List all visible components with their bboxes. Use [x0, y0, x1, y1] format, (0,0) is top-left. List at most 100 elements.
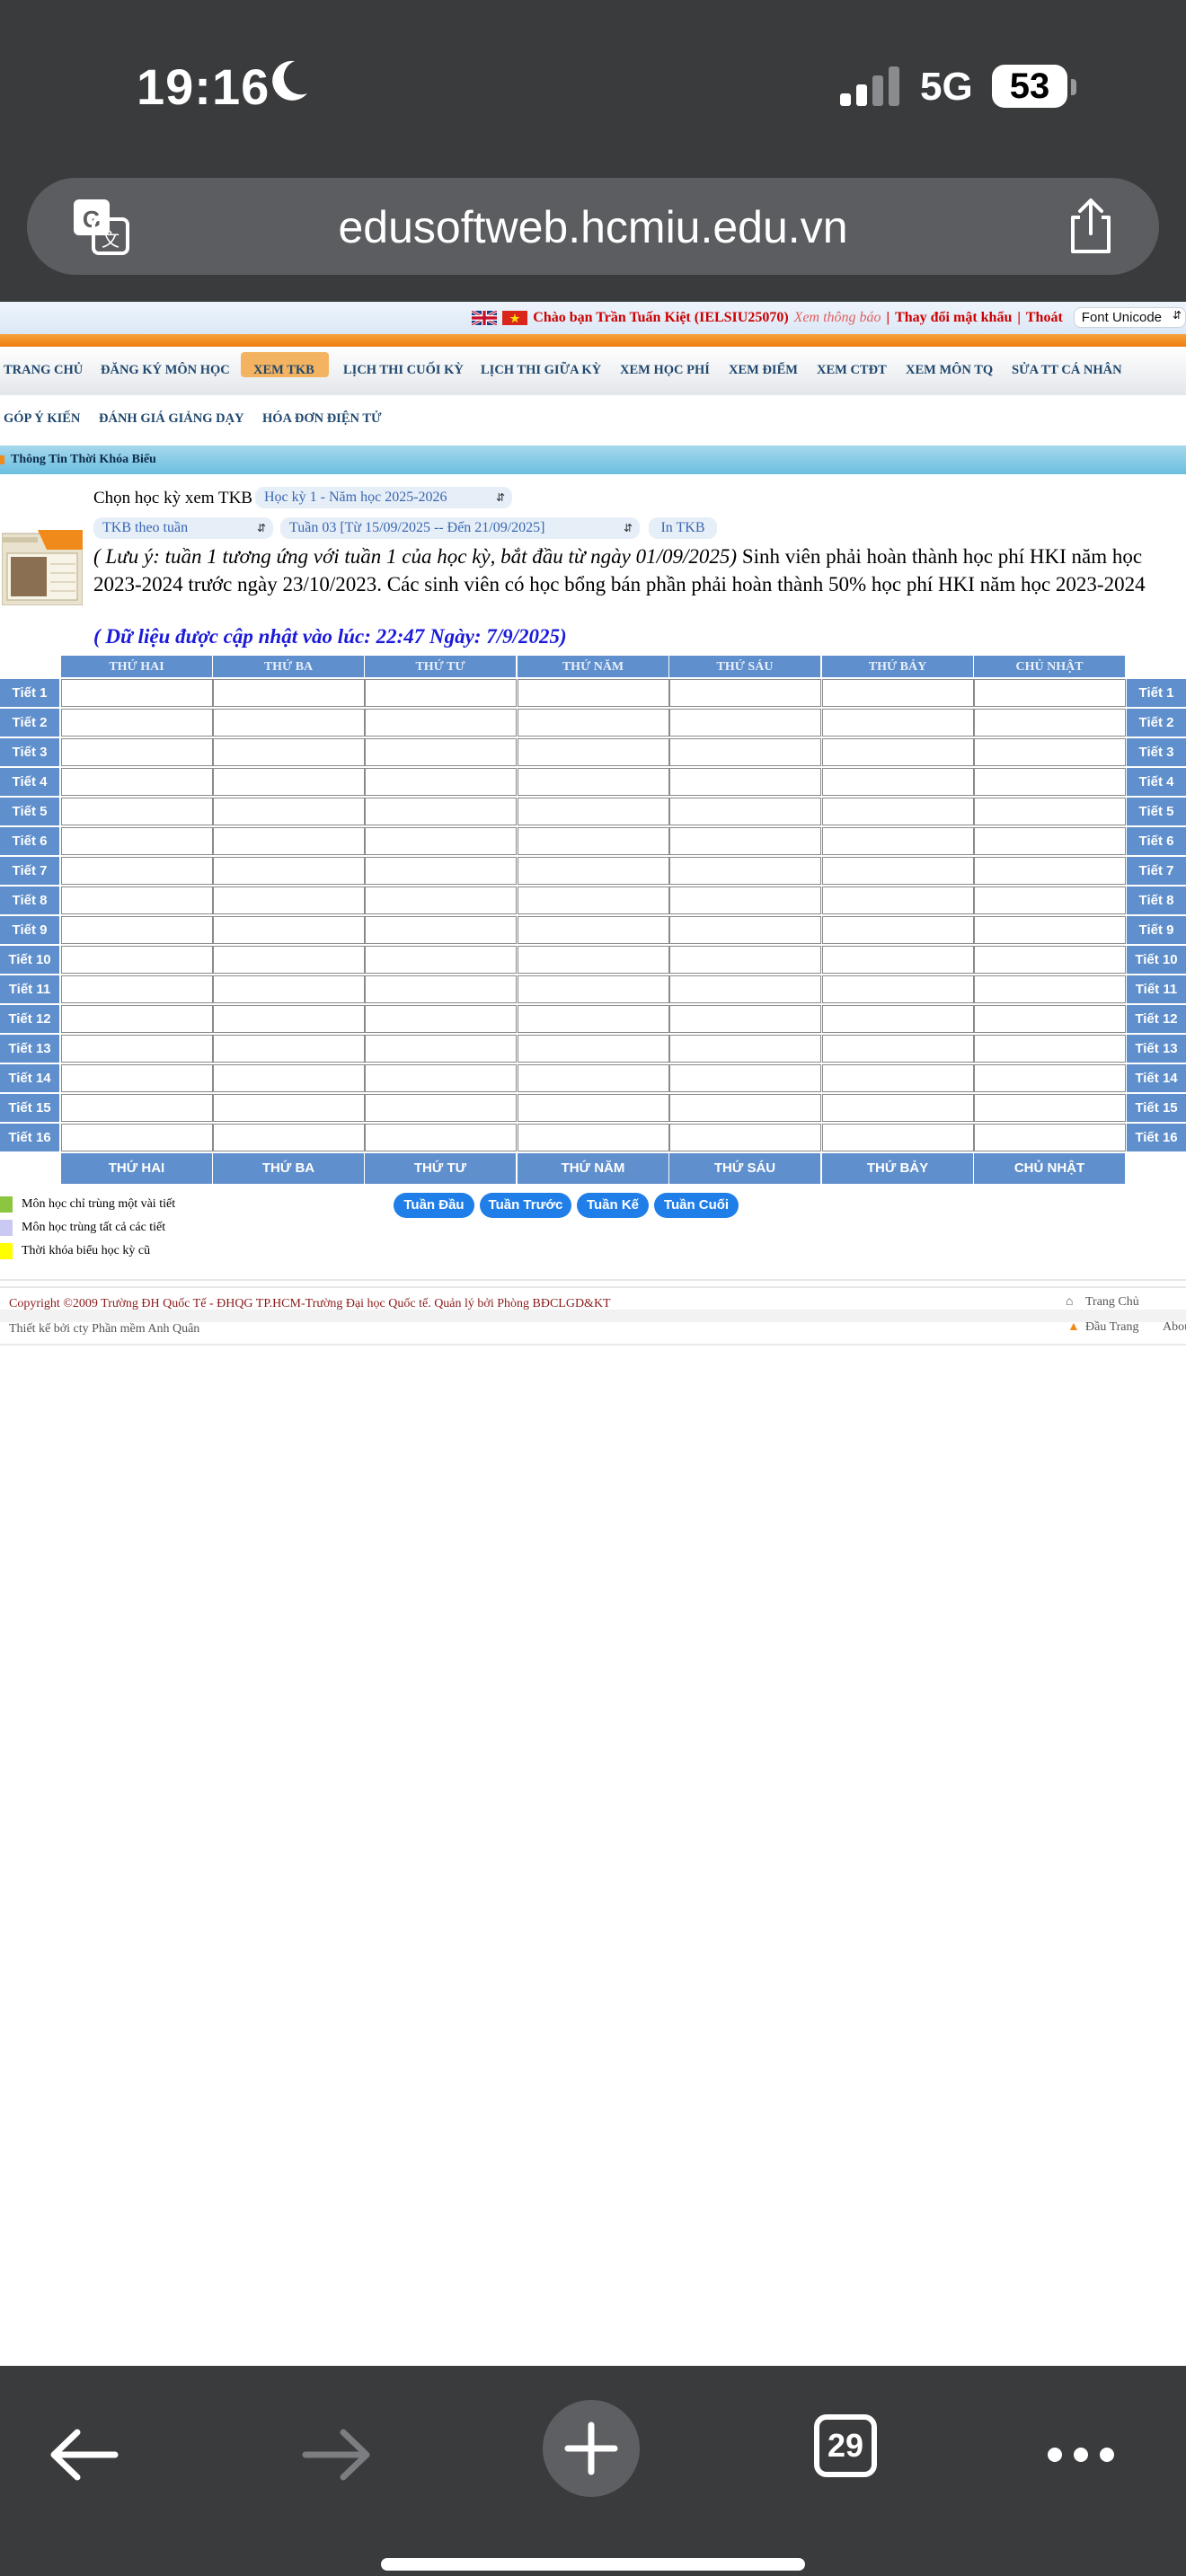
timetable-cell[interactable] [61, 887, 213, 914]
timetable-cell[interactable] [669, 1005, 821, 1033]
timetable-cell[interactable] [822, 975, 974, 1003]
footer-home-link[interactable]: Trang Chủ [1085, 1295, 1139, 1310]
previous-week-button[interactable]: Tuần Trước [480, 1193, 571, 1218]
timetable-cell[interactable] [213, 1035, 365, 1063]
timetable-cell[interactable] [61, 1124, 213, 1151]
address-bar[interactable]: G 文 edusoftweb.hcmiu.edu.vn [27, 178, 1159, 275]
timetable-cell[interactable] [365, 1094, 517, 1122]
timetable-cell[interactable] [61, 916, 213, 944]
timetable-cell[interactable] [365, 1124, 517, 1151]
timetable-cell[interactable] [365, 857, 517, 885]
timetable-cell[interactable] [518, 738, 669, 766]
timetable-cell[interactable] [822, 916, 974, 944]
logout-link[interactable]: Thoát [1026, 310, 1063, 326]
back-arrow-icon[interactable] [43, 2414, 124, 2495]
timetable-cell[interactable] [365, 709, 517, 737]
nav-xem-hoc-phi[interactable]: XEM HỌC PHÍ [620, 363, 710, 378]
timetable-cell[interactable] [61, 679, 213, 707]
timetable-cell[interactable] [61, 975, 213, 1003]
font-select[interactable]: Font Unicode ⇵ [1073, 307, 1186, 328]
forward-arrow-icon[interactable] [296, 2414, 377, 2495]
timetable-cell[interactable] [518, 679, 669, 707]
timetable-cell[interactable] [61, 1035, 213, 1063]
last-week-button[interactable]: Tuần Cuối [654, 1193, 739, 1218]
timetable-cell[interactable] [213, 916, 365, 944]
nav-hoa-don-dien-tu[interactable]: HÓA ĐƠN ĐIỆN TỬ [262, 411, 382, 427]
timetable-cell[interactable] [822, 857, 974, 885]
timetable-cell[interactable] [974, 798, 1126, 825]
timetable-cell[interactable] [518, 887, 669, 914]
timetable-cell[interactable] [822, 679, 974, 707]
timetable-cell[interactable] [213, 1124, 365, 1151]
timetable-cell[interactable] [822, 1124, 974, 1151]
timetable-cell[interactable] [822, 1035, 974, 1063]
timetable-cell[interactable] [974, 768, 1126, 796]
timetable-cell[interactable] [518, 946, 669, 974]
timetable-cell[interactable] [213, 738, 365, 766]
timetable-cell[interactable] [974, 1064, 1126, 1092]
timetable-cell[interactable] [669, 1094, 821, 1122]
timetable-cell[interactable] [974, 916, 1126, 944]
timetable-cell[interactable] [974, 679, 1126, 707]
timetable-cell[interactable] [61, 857, 213, 885]
timetable-cell[interactable] [213, 975, 365, 1003]
nav-xem-diem[interactable]: XEM ĐIỂM [729, 363, 798, 378]
semester-select[interactable]: Học kỳ 1 - Năm học 2025-2026 ⇵ [255, 487, 512, 508]
timetable-cell[interactable] [518, 916, 669, 944]
home-icon[interactable]: ⌂ [1066, 1295, 1073, 1310]
timetable-cell[interactable] [365, 946, 517, 974]
timetable-cell[interactable] [974, 709, 1126, 737]
week-select[interactable]: Tuần 03 [Từ 15/09/2025 -- Đến 21/09/2025… [280, 517, 640, 539]
timetable-cell[interactable] [518, 1094, 669, 1122]
change-password-link[interactable]: Thay đổi mật khẩu [895, 310, 1012, 326]
share-icon[interactable] [1066, 198, 1116, 255]
timetable-cell[interactable] [61, 1064, 213, 1092]
nav-xem-tkb[interactable]: XEM TKB [253, 363, 314, 378]
timetable-cell[interactable] [822, 827, 974, 855]
timetable-cell[interactable] [213, 679, 365, 707]
timetable-cell[interactable] [974, 738, 1126, 766]
timetable-cell[interactable] [61, 709, 213, 737]
timetable-cell[interactable] [365, 827, 517, 855]
timetable-cell[interactable] [213, 946, 365, 974]
timetable-cell[interactable] [61, 1005, 213, 1033]
timetable-cell[interactable] [822, 1094, 974, 1122]
timetable-cell[interactable] [974, 1035, 1126, 1063]
timetable-cell[interactable] [822, 946, 974, 974]
view-notice-link[interactable]: Xem thông báo [794, 310, 881, 326]
timetable-cell[interactable] [974, 1124, 1126, 1151]
timetable-cell[interactable] [365, 679, 517, 707]
nav-sua-tt-ca-nhan[interactable]: SỬA TT CÁ NHÂN [1012, 363, 1122, 378]
first-week-button[interactable]: Tuần Đầu [394, 1193, 474, 1218]
timetable-cell[interactable] [518, 1035, 669, 1063]
print-timetable-button[interactable]: In TKB [649, 517, 717, 539]
timetable-cell[interactable] [365, 916, 517, 944]
timetable-cell[interactable] [365, 1064, 517, 1092]
timetable-cell[interactable] [365, 975, 517, 1003]
timetable-cell[interactable] [669, 798, 821, 825]
timetable-cell[interactable] [669, 887, 821, 914]
arrow-up-icon[interactable]: ▲ [1067, 1320, 1080, 1335]
timetable-cell[interactable] [669, 1124, 821, 1151]
more-options-icon[interactable] [1040, 2414, 1121, 2495]
timetable-cell[interactable] [365, 738, 517, 766]
nav-xem-ctdt[interactable]: XEM CTĐT [817, 363, 887, 378]
nav-lich-thi-cuoi-ky[interactable]: LỊCH THI CUỐI KỲ [343, 363, 464, 378]
new-tab-button[interactable] [543, 2400, 640, 2497]
timetable-cell[interactable] [974, 887, 1126, 914]
timetable-cell[interactable] [518, 857, 669, 885]
footer-top-link[interactable]: Đầu Trang [1085, 1320, 1139, 1335]
timetable-cell[interactable] [974, 1094, 1126, 1122]
timetable-cell[interactable] [974, 857, 1126, 885]
timetable-cell[interactable] [518, 975, 669, 1003]
nav-danh-gia-giang-day[interactable]: ĐÁNH GIÁ GIẢNG DẠY [99, 411, 244, 427]
nav-gop-y-kien[interactable]: GÓP Ý KIẾN [4, 411, 80, 427]
nav-xem-mon-tq[interactable]: XEM MÔN TQ [906, 363, 993, 378]
timetable-cell[interactable] [518, 709, 669, 737]
url-text[interactable]: edusoftweb.hcmiu.edu.vn [27, 201, 1159, 253]
timetable-cell[interactable] [669, 1035, 821, 1063]
timetable-cell[interactable] [213, 709, 365, 737]
timetable-cell[interactable] [669, 738, 821, 766]
uk-flag-icon[interactable] [472, 310, 498, 325]
timetable-cell[interactable] [822, 709, 974, 737]
